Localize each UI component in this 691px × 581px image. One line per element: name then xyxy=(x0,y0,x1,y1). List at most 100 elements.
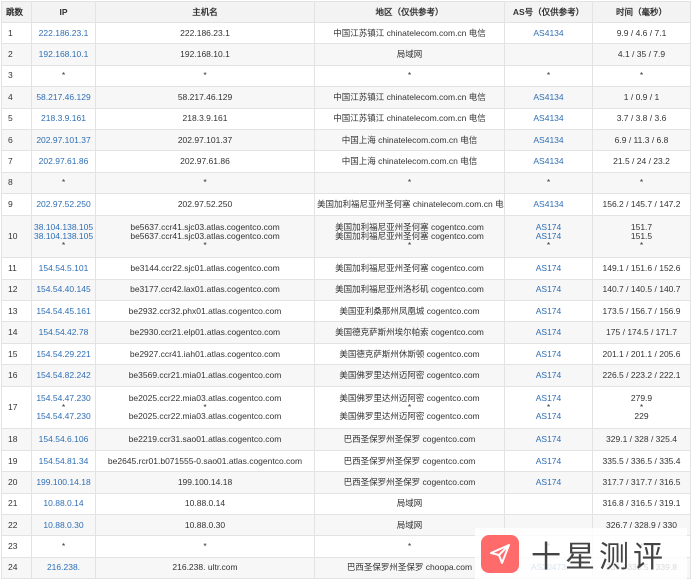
as-link[interactable]: AS174 xyxy=(536,263,562,273)
region-cell: 美国德克萨斯州埃尔帕索 cogentco.com xyxy=(314,321,505,344)
hostname-cell: 216.238. ultr.com xyxy=(95,556,315,580)
ip-cell: 154.54.6.106 xyxy=(31,428,96,451)
host-text: 10.88.0.30 xyxy=(184,519,226,530)
table-row: 17 154.54.47.230 * 154.54.47.230 be2025.ccr2… xyxy=(1,385,691,430)
ip-cell: 10.88.0.30 xyxy=(31,514,96,537)
ip-link[interactable]: 154.54.81.34 xyxy=(39,456,89,466)
as-link[interactable]: AS174 xyxy=(507,412,590,421)
time-text: * xyxy=(639,239,644,250)
ip-link[interactable]: 154.54.47.230 xyxy=(34,412,93,421)
hostname-cell: 222.186.23.1 xyxy=(95,21,315,45)
table-row: 21 10.88.0.14 10.88.0.14 局域网 316.8 / 316.5 /… xyxy=(1,492,691,516)
hop-cell: 24 xyxy=(1,556,32,580)
ip-link[interactable]: 58.217.46.129 xyxy=(36,92,90,102)
as-number-cell: AS4134 xyxy=(504,86,593,109)
region-text: 美国加利福尼亚州圣何塞 cogentco.com xyxy=(335,263,484,273)
as-link[interactable]: AS174 xyxy=(536,349,562,359)
ip-link[interactable]: 154.54.45.161 xyxy=(36,306,90,316)
hop-cell: 18 xyxy=(1,428,32,451)
as-link[interactable]: AS4134 xyxy=(533,28,563,38)
ip-link[interactable]: 216.238. xyxy=(47,562,80,572)
hostname-cell: * xyxy=(95,535,315,558)
region-cell: 巴西圣保罗州圣保罗 cogentco.com xyxy=(314,449,505,473)
host-text: * xyxy=(203,177,207,188)
ip-link[interactable]: 202.97.61.86 xyxy=(39,156,89,166)
table-row: 19 154.54.81.34 be2645.rcr01.b071555-0.sao… xyxy=(1,449,691,473)
as-number-cell: AS174 xyxy=(504,278,593,302)
ip-link[interactable]: 10.88.0.14 xyxy=(43,498,83,508)
time-cell: 140.7 / 140.5 / 140.7 xyxy=(592,278,691,302)
time-text: 201.1 / 201.1 / 205.6 xyxy=(602,348,681,359)
host-text: be2927.ccr41.iah01.atlas.cogentco.com xyxy=(129,348,281,359)
time-text: 329.1 / 328 / 325.4 xyxy=(606,434,677,445)
as-number-cell: AS174 xyxy=(504,428,593,451)
as-link[interactable]: AS174 xyxy=(536,477,562,487)
ip-link[interactable]: 218.3.9.161 xyxy=(41,113,86,123)
hop-cell: 8 xyxy=(1,171,32,195)
hostname-cell: be2927.ccr41.iah01.atlas.cogentco.com xyxy=(95,342,315,366)
ip-link[interactable]: 154.54.6.106 xyxy=(39,434,89,444)
ip-text: * xyxy=(61,541,66,552)
region-text: 巴西圣保罗州圣保罗 cogentco.com xyxy=(343,455,476,466)
table-row: 10 38.104.138.105 38.104.138.105 * be5637.cc… xyxy=(1,214,691,259)
hop-cell: 19 xyxy=(1,449,32,473)
as-link[interactable]: AS4134 xyxy=(533,92,563,102)
time-cell: * xyxy=(592,171,691,195)
ip-link[interactable]: 199.100.14.18 xyxy=(36,477,90,487)
ip-link[interactable]: 202.97.101.37 xyxy=(36,135,90,145)
as-number-cell: AS4134 xyxy=(504,21,593,45)
ip-cell: * xyxy=(31,535,96,558)
as-link[interactable]: AS174 xyxy=(536,370,562,380)
ip-link[interactable]: 154.54.40.145 xyxy=(36,284,90,294)
hop-cell: 9 xyxy=(1,193,32,216)
ip-link[interactable]: 154.54.82.242 xyxy=(36,370,90,380)
table-body: 1 222.186.23.1 222.186.23.1 中国江苏镇江 chinatel… xyxy=(1,21,691,580)
as-number-cell: * xyxy=(504,171,593,195)
hop-cell: 2 xyxy=(1,43,32,66)
as-link[interactable]: AS174 xyxy=(536,434,562,444)
as-link[interactable]: AS174 xyxy=(536,306,562,316)
header-time: 时间（毫秒） xyxy=(592,1,691,23)
ip-link[interactable]: 202.97.52.250 xyxy=(36,199,90,209)
as-link[interactable]: AS174 xyxy=(536,456,562,466)
hostname-cell: be3569.ccr21.mia01.atlas.cogentco.com xyxy=(95,364,315,387)
host-text: * xyxy=(203,541,207,552)
as-link[interactable]: AS4134 xyxy=(533,156,563,166)
time-cell: 329.1 / 328 / 325.4 xyxy=(592,428,691,451)
ip-cell: 58.217.46.129 xyxy=(31,86,96,109)
ip-link[interactable]: 154.54.29.221 xyxy=(36,349,90,359)
as-link[interactable]: AS174 xyxy=(536,284,562,294)
hop-cell: 20 xyxy=(1,471,32,494)
ip-link[interactable]: 192.168.10.1 xyxy=(39,49,89,59)
header-hostname: 主机名 xyxy=(95,1,315,23)
ip-cell: 222.186.23.1 xyxy=(31,21,96,45)
host-text: * xyxy=(203,239,207,250)
as-number-cell: AS4134 xyxy=(504,107,593,130)
hostname-cell: 202.97.101.37 xyxy=(95,128,315,152)
ip-link[interactable]: 154.54.5.101 xyxy=(39,263,89,273)
time-text: 226.5 / 223.2 / 222.1 xyxy=(602,369,681,380)
hop-cell: 11 xyxy=(1,257,32,280)
as-link[interactable]: AS174 xyxy=(536,327,562,337)
as-link[interactable]: AS4134 xyxy=(533,135,563,145)
region-cell: 局域网 xyxy=(314,43,505,66)
time-cell: 316.8 / 316.5 / 319.1 xyxy=(592,492,691,516)
as-number-cell: * xyxy=(504,64,593,88)
ip-link[interactable]: 10.88.0.30 xyxy=(43,520,83,530)
ip-cell: 154.54.5.101 xyxy=(31,257,96,280)
region-text: * xyxy=(407,177,412,188)
host-text: be3569.ccr21.mia01.atlas.cogentco.com xyxy=(128,369,282,380)
watermark-text: 十星测评 xyxy=(531,540,667,575)
as-number-cell: AS174 AS174 * xyxy=(504,214,593,259)
table-row: 2 192.168.10.1 192.168.10.1 局域网 4.1 / 35 / 7… xyxy=(1,43,691,66)
region-text: * xyxy=(407,541,412,552)
as-link[interactable]: AS4134 xyxy=(533,199,563,209)
ip-link[interactable]: 154.54.42.78 xyxy=(39,327,89,337)
ip-link[interactable]: 222.186.23.1 xyxy=(39,28,89,38)
as-link[interactable]: AS4134 xyxy=(533,113,563,123)
host-text: be2025.ccr22.mia03.atlas.cogentco.com xyxy=(128,411,282,422)
time-cell: 149.1 / 151.6 / 152.6 xyxy=(592,257,691,280)
region-text: 中国上海 chinatelecom.com.cn 电信 xyxy=(341,134,478,145)
region-text: 美国佛罗里达州迈阿密 cogentco.com xyxy=(339,411,480,422)
region-cell: 美国加利福尼亚州圣何塞 chinatelecom.com.cn 电信 xyxy=(314,193,505,216)
